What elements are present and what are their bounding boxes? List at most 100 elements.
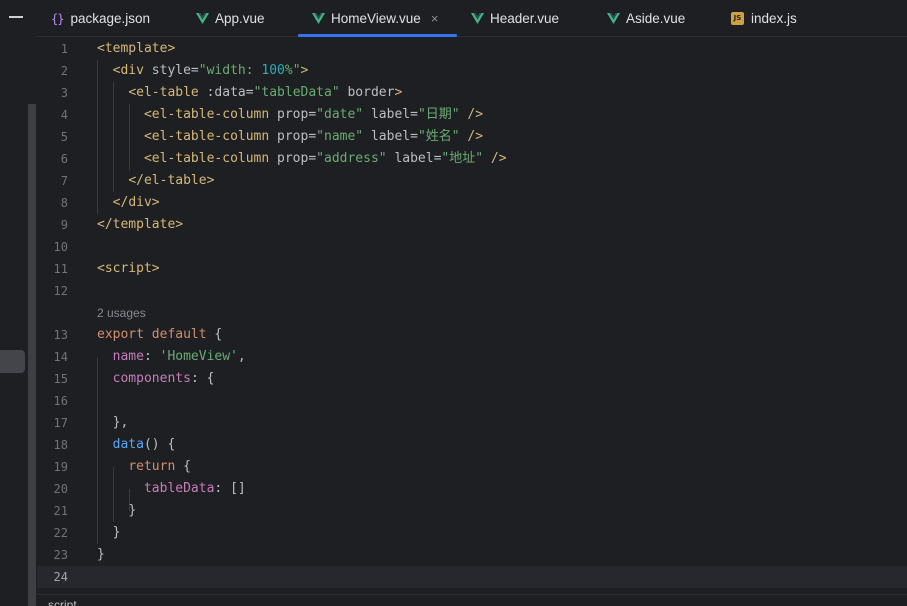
code-editor[interactable]: 1 <template> 2 <div style="width: 100%">… — [37, 38, 907, 594]
tab-aside-vue[interactable]: Aside.vue — [593, 0, 717, 37]
vue-icon — [607, 13, 620, 24]
line-number: 18 — [53, 438, 68, 452]
tag-name: el-table-column — [151, 151, 270, 166]
code-text: <template> — [97, 38, 175, 60]
tab-label: HomeView.vue — [331, 11, 421, 26]
tag-bracket: < — [128, 85, 137, 100]
tag-bracket: < — [143, 129, 152, 144]
line-number: 23 — [53, 548, 68, 562]
keyword: return — [128, 459, 176, 474]
attribute: border — [339, 85, 395, 100]
line-number: 2 — [60, 64, 68, 78]
vue-icon — [312, 13, 325, 24]
line-number: 3 — [60, 86, 68, 100]
tag-name: script — [104, 261, 152, 276]
tag-name: el-table — [136, 85, 199, 100]
minimize-icon[interactable] — [9, 16, 23, 18]
close-icon[interactable]: × — [431, 11, 439, 26]
line-number: 1 — [60, 42, 68, 56]
code-text: <el-table-column prop="name" label="姓名" … — [97, 126, 483, 148]
line-number: 9 — [60, 218, 68, 232]
tab-index-js[interactable]: JS index.js — [717, 0, 827, 37]
number: 100 — [261, 63, 285, 78]
code-text: </el-table> — [97, 170, 214, 192]
code-line: 19 return { — [37, 456, 907, 478]
property: components — [112, 371, 191, 386]
breadcrumb-item[interactable]: script — [48, 599, 77, 606]
tab-label: Header.vue — [490, 11, 560, 26]
tab-label: package.json — [70, 11, 151, 26]
code-text: export default { — [97, 324, 222, 346]
project-tree-selection[interactable] — [0, 350, 25, 373]
line-number: 20 — [53, 482, 68, 496]
punctuation: { — [206, 327, 223, 342]
string: "姓名" — [417, 129, 460, 144]
line-number: 7 — [60, 174, 68, 188]
code-line: 11 <script> — [37, 258, 907, 280]
tab-package-json[interactable]: {} package.json — [37, 0, 182, 37]
code-line: 17 }, — [37, 412, 907, 434]
code-line: 1 <template> — [37, 38, 907, 60]
code-line: 22 } — [37, 522, 907, 544]
attribute: :data= — [198, 85, 254, 100]
tag-name: el-table-column — [151, 107, 270, 122]
code-text: <el-table :data="tableData" border> — [97, 82, 402, 104]
string: "name" — [316, 129, 364, 144]
code-text: data() { — [97, 434, 176, 456]
code-text: <el-table-column prop="date" label="日期" … — [97, 104, 483, 126]
tag-bracket: > — [206, 173, 215, 188]
line-number: 12 — [53, 284, 68, 298]
tag-bracket: < — [143, 151, 152, 166]
line-number: 19 — [53, 460, 68, 474]
code-line: 5 <el-table-column prop="name" label="姓名… — [37, 126, 907, 148]
tag-name: el-table-column — [151, 129, 270, 144]
line-number: 24 — [53, 570, 68, 584]
line-number: 22 — [53, 526, 68, 540]
code-text: }, — [97, 412, 129, 434]
current-code-line: 24 — [37, 566, 907, 588]
attribute: label= — [363, 107, 418, 122]
attribute: prop= — [269, 107, 317, 122]
punctuation: : [] — [214, 481, 246, 496]
tag-bracket: > — [394, 85, 403, 100]
tag-name: template — [112, 217, 176, 232]
string: "日期" — [417, 107, 460, 122]
code-text: <el-table-column prop="address" label="地… — [97, 148, 507, 170]
code-text: tableData: [] — [97, 478, 246, 500]
js-icon: JS — [731, 12, 744, 25]
line-number: 21 — [53, 504, 68, 518]
editor-tab-bar: {} package.json App.vue HomeView.vue × H… — [37, 0, 907, 37]
punctuation: : — [143, 349, 160, 364]
tab-header-vue[interactable]: Header.vue — [457, 0, 593, 37]
tab-app-vue[interactable]: App.vue — [182, 0, 298, 37]
tab-homeview-vue[interactable]: HomeView.vue × — [298, 0, 457, 37]
property: tableData — [143, 481, 215, 496]
attribute: prop= — [269, 151, 317, 166]
code-text: } — [97, 544, 105, 566]
code-line: 2 <div style="width: 100%"> — [37, 60, 907, 82]
code-line: 23 } — [37, 544, 907, 566]
tag-bracket: </ — [97, 217, 113, 232]
attribute: prop= — [269, 129, 317, 144]
code-line: 13 export default { — [37, 324, 907, 346]
punctuation: } — [112, 525, 121, 540]
project-panel-strip — [0, 0, 37, 606]
usages-hint[interactable]: 2 usages — [97, 302, 146, 324]
tag-bracket: /> — [459, 129, 484, 144]
project-panel-scrollbar[interactable] — [28, 104, 36, 606]
line-number: 14 — [53, 350, 68, 364]
breadcrumb: script — [37, 594, 907, 606]
code-text: <div style="width: 100%"> — [97, 60, 309, 82]
vue-icon — [471, 13, 484, 24]
string: "date" — [316, 107, 364, 122]
code-line: 6 <el-table-column prop="address" label=… — [37, 148, 907, 170]
line-number: 4 — [60, 108, 68, 122]
code-line: 21 } — [37, 500, 907, 522]
line-number: 10 — [53, 240, 68, 254]
tab-label: Aside.vue — [626, 11, 686, 26]
string: "address" — [316, 151, 387, 166]
punctuation: { — [175, 459, 191, 474]
code-line: 16 — [37, 390, 907, 412]
string: %" — [284, 63, 301, 78]
line-number: 17 — [53, 416, 68, 430]
